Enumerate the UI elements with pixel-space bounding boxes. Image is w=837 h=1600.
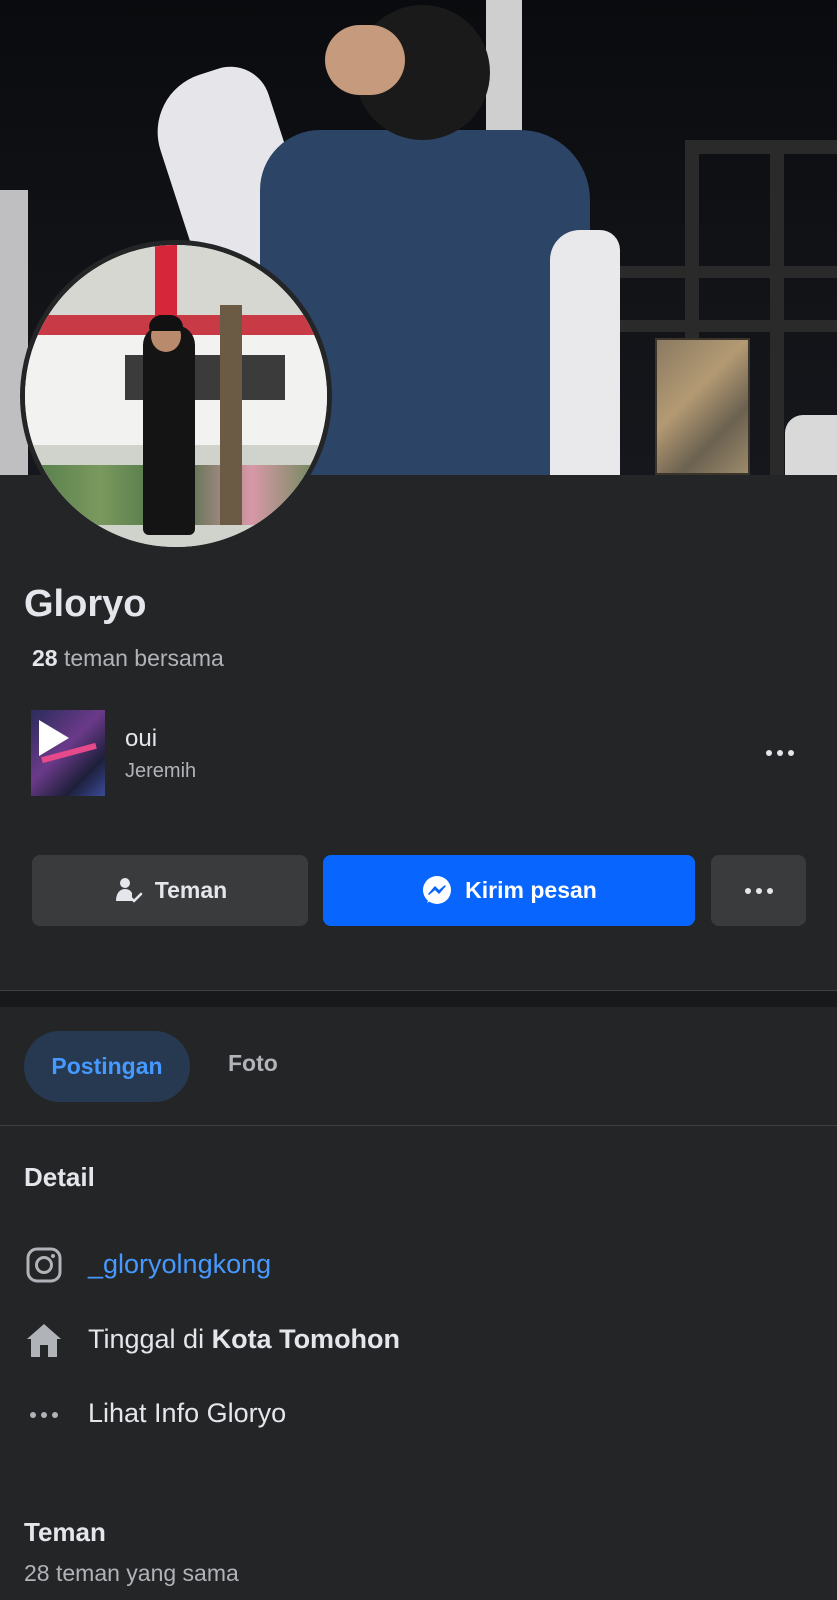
dot: [41, 1412, 47, 1418]
profile-avatar[interactable]: [20, 240, 332, 552]
more-icon: [788, 750, 794, 756]
music-title[interactable]: oui: [125, 725, 157, 753]
cover-chair: [785, 415, 837, 475]
friends-button-label: Teman: [154, 877, 228, 903]
messenger-icon: [423, 875, 452, 904]
send-message-label: Kirim pesan: [465, 877, 597, 903]
music-album-art[interactable]: [31, 710, 105, 796]
mutual-friends-label: teman bersama: [57, 645, 224, 671]
friends-subtitle: 28 teman yang sama: [24, 1560, 239, 1586]
more-icon: [755, 887, 762, 894]
instagram-icon: [24, 1245, 64, 1285]
send-message-button[interactable]: Kirim pesan: [323, 855, 695, 926]
friends-title: Teman: [24, 1517, 106, 1547]
profile-name: Gloryo: [24, 583, 147, 625]
lives-in: Tinggal di Kota Tomohon: [88, 1324, 400, 1355]
cover-railing: [590, 266, 837, 278]
cover-railing: [590, 320, 837, 332]
section-divider: [0, 990, 837, 1007]
tab-photos[interactable]: Foto: [228, 1050, 278, 1077]
cover-person-hand: [325, 25, 405, 95]
more-icon: [766, 887, 773, 894]
cover-railing: [770, 150, 784, 475]
cover-railing: [685, 140, 837, 154]
see-info-link[interactable]: Lihat Info Gloryo: [88, 1398, 286, 1429]
music-artist: Jeremih: [125, 760, 197, 782]
cover-person-sleeve: [550, 230, 620, 475]
tab-posts[interactable]: Postingan: [24, 1031, 190, 1102]
profile-more-button[interactable]: [711, 855, 806, 926]
friends-button[interactable]: Teman: [32, 855, 308, 926]
music-more-button[interactable]: [755, 738, 805, 768]
tabs-divider: [0, 1125, 837, 1126]
lives-in-city[interactable]: Kota Tomohon: [212, 1324, 400, 1354]
home-icon: [24, 1320, 64, 1360]
more-icon: [766, 750, 772, 756]
mutual-friends[interactable]: 28 teman bersama: [32, 645, 224, 672]
dot: [52, 1412, 58, 1418]
avatar-person: [143, 325, 195, 535]
instagram-link[interactable]: _gloryolngkong: [88, 1249, 271, 1280]
more-icon: [24, 1395, 64, 1435]
cover-stone-pillar: [655, 338, 750, 475]
details-title: Detail: [24, 1162, 95, 1192]
more-icon: [777, 750, 783, 756]
lives-in-prefix: Tinggal di: [88, 1324, 212, 1354]
avatar-hair: [149, 315, 183, 331]
avatar-tree: [220, 305, 242, 525]
play-icon[interactable]: [39, 720, 69, 756]
dot: [30, 1412, 36, 1418]
mutual-friends-count: 28: [32, 645, 58, 671]
more-icon: [744, 887, 751, 894]
friend-check-icon: [115, 877, 143, 902]
